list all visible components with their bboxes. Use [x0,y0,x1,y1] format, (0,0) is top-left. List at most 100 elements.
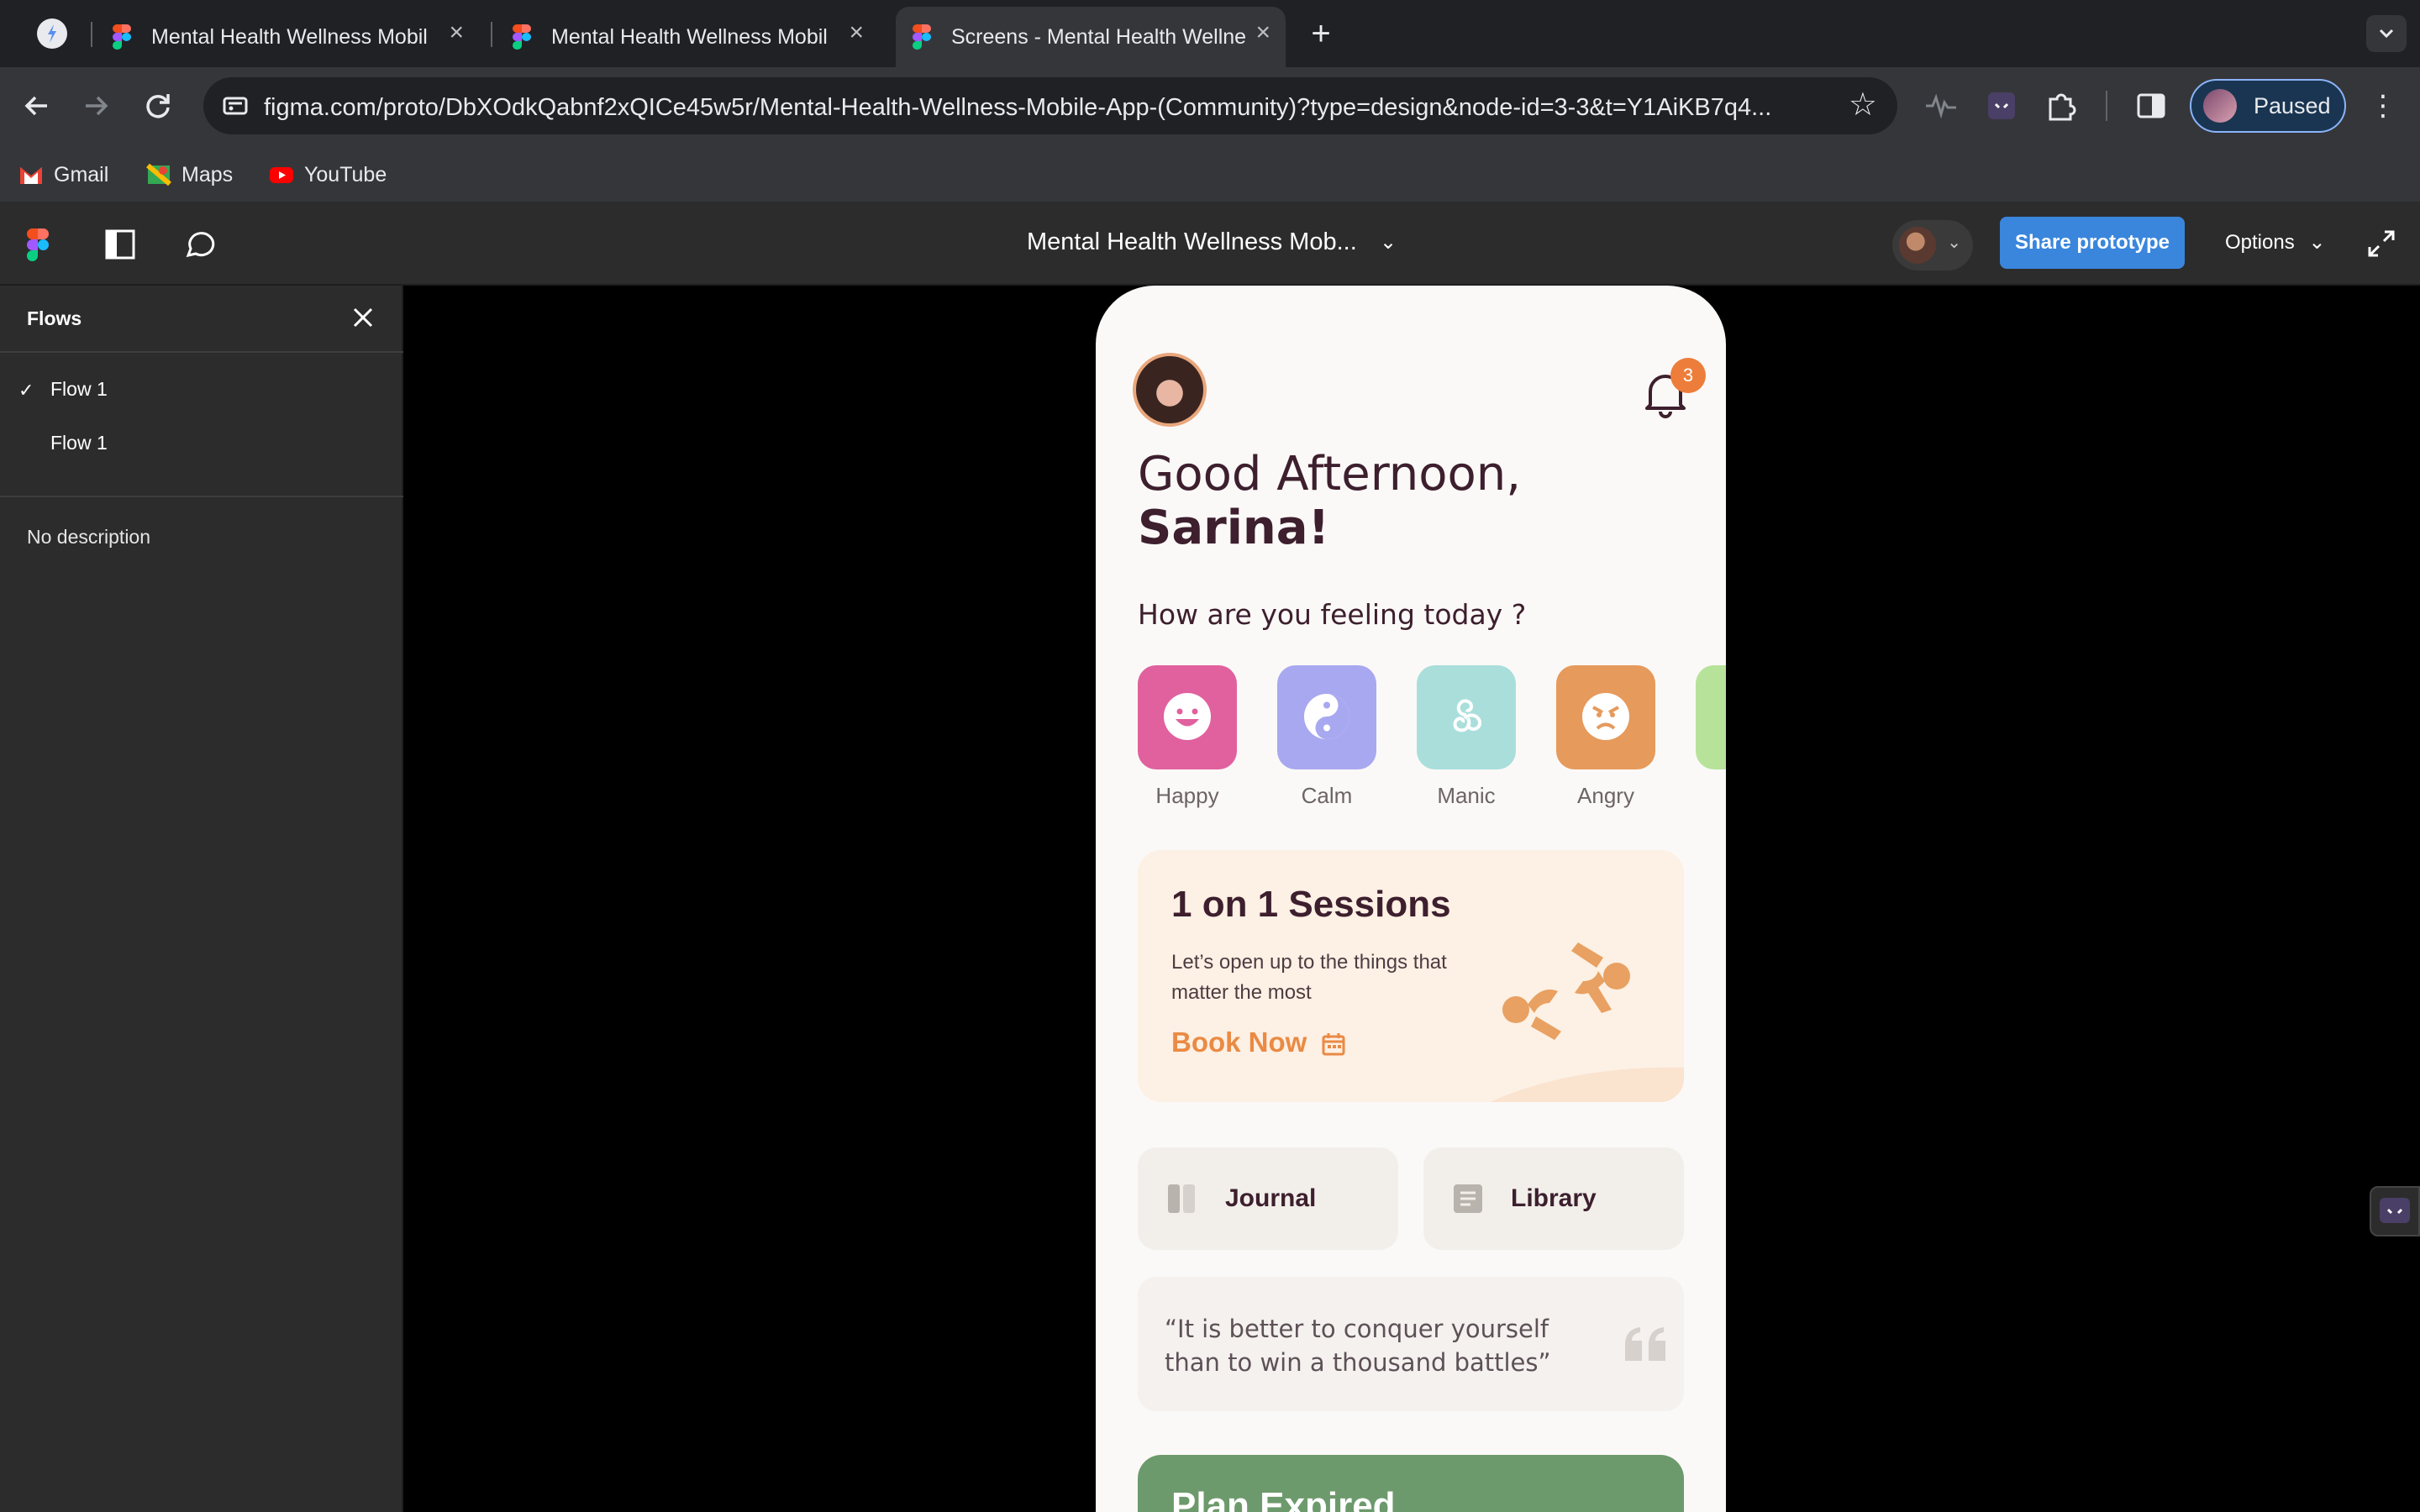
journal-icon [1168,1184,1195,1213]
sessions-card[interactable]: 1 on 1 Sessions Let’s open up to the thi… [1138,850,1684,1102]
mood-label: Calm [1301,783,1353,808]
user-avatar[interactable] [1133,353,1207,427]
browser-toolbar: figma.com/proto/DbXOdkQabnf2xQICe45w5r/M… [0,67,2420,144]
triskelion-icon [1453,699,1482,732]
book-now-link[interactable]: Book Now [1171,1026,1307,1058]
tab-close-icon[interactable]: × [849,18,864,47]
sessions-title: 1 on 1 Sessions [1171,884,1451,925]
profile-status: Paused [2254,92,2331,118]
new-tab-button[interactable]: + [1301,12,1341,55]
bookmarks-bar: Gmail Maps YouTube [0,144,2420,203]
url-text: figma.com/proto/DbXOdkQabnf2xQICe45w5r/M… [264,94,1772,121]
extension-app-icon[interactable] [1981,86,2022,126]
mood-angry[interactable]: Angry [1556,665,1655,809]
options-menu-button[interactable]: Options ⌄ [2225,230,2326,255]
tab-list-chevron-icon[interactable] [2366,15,2407,52]
floating-extension-widget[interactable] [2370,1186,2420,1236]
plan-banner-text: Plan Expired [1171,1485,1396,1512]
tab-separator [91,22,92,47]
journal-button[interactable]: Journal [1138,1147,1398,1250]
address-bar[interactable]: figma.com/proto/DbXOdkQabnf2xQICe45w5r/M… [203,77,1897,134]
extension-waveform-icon[interactable] [1921,86,1961,126]
profile-button[interactable]: Paused [2190,79,2346,133]
tab-title: Mental Health Wellness Mobile App (Commu… [151,24,429,49]
mood-calm[interactable]: Calm [1277,665,1376,809]
card-wave-decoration [1490,1067,1684,1102]
divider [0,496,403,497]
browser-tab-bar: Mental Health Wellness Mobile App (Commu… [0,0,2420,67]
mood-label: Angry [1577,783,1634,808]
tab-close-icon[interactable]: × [449,18,464,47]
quote-mark-icon [1625,1327,1665,1361]
tab-2[interactable]: Mental Health Wellness Mobile App (Commu… [509,7,879,67]
flow-item-selected[interactable]: Flow 1 [50,378,108,401]
tab-1[interactable]: Mental Health Wellness Mobile App (Commu… [109,7,479,67]
comment-icon[interactable] [182,227,217,262]
greeting-name: Sarina! [1138,501,1330,555]
toolbar-divider [2106,91,2107,121]
back-arrow-icon[interactable] [17,86,57,126]
profile-avatar [2203,89,2237,123]
library-button[interactable]: Library [1423,1147,1684,1250]
library-label: Library [1511,1184,1597,1212]
mood-label: Manic [1437,783,1496,808]
bookmark-label: Gmail [54,162,109,186]
bookmark-star-icon[interactable]: ☆ [1849,86,1877,123]
mood-next-partial[interactable] [1696,665,1726,769]
figma-favicon-icon [513,24,531,50]
happy-face-icon [1164,693,1211,740]
reload-icon[interactable] [138,86,178,126]
site-settings-icon[interactable] [220,91,250,121]
bookmark-maps[interactable]: Maps [146,158,233,192]
side-panel-icon[interactable] [2131,86,2171,126]
browser-menu-kebab-icon[interactable]: ⋮ [2363,86,2403,126]
bookmark-label: YouTube [304,162,387,186]
avatar [1899,227,1936,264]
mood-tile [1417,665,1516,769]
two-people-illustration [1502,942,1630,1040]
greeting-line: Good Afternoon, [1138,447,1522,501]
tab-close-icon[interactable]: × [1255,18,1270,47]
mood-tile [1138,665,1237,769]
sidebar-title: Flows [27,307,82,329]
options-label: Options [2225,231,2295,254]
divider [0,351,403,353]
mood-tile [1556,665,1655,769]
plan-expired-banner[interactable]: Plan Expired [1138,1455,1684,1512]
panel-toggle-icon[interactable] [103,227,138,262]
mood-happy[interactable]: Happy [1138,665,1237,809]
notification-count-badge: 3 [1670,358,1706,393]
figma-favicon-icon [913,24,931,50]
figma-logo-icon[interactable] [27,228,49,262]
gmail-icon [20,167,42,184]
bookmark-label: Maps [182,162,234,186]
maps-icon [146,164,171,186]
viewer-avatar-dropdown[interactable]: ⌄ [1892,220,1973,270]
mood-tile [1277,665,1376,769]
close-icon[interactable] [348,302,378,333]
forward-arrow-icon[interactable] [76,86,116,126]
angry-face-icon [1582,693,1629,740]
library-icon [1454,1184,1482,1213]
tab-title: Screens - Mental Health Wellness Mobile … [951,24,1245,49]
yin-yang-icon [1304,694,1349,739]
figma-favicon-icon [113,24,131,50]
bookmark-youtube[interactable]: YouTube [269,158,387,192]
file-title[interactable]: Mental Health Wellness Mob... [1027,228,1357,256]
mood-manic[interactable]: Manic [1417,665,1516,809]
calendar-icon [1322,1033,1345,1056]
tab-3-active[interactable]: Screens - Mental Health Wellness Mobile … [896,7,1286,67]
tab-title: Mental Health Wellness Mobile App (Commu… [551,24,829,49]
checkmark-icon: ✓ [18,380,34,401]
tab-separator [491,22,492,47]
flows-sidebar: Flows ✓ Flow 1 Flow 1 No description [0,286,403,1512]
flow-item[interactable]: Flow 1 [50,432,108,454]
bookmark-gmail[interactable]: Gmail [18,158,108,192]
title-chevron-down-icon[interactable]: ⌄ [1380,230,1397,255]
flow-description: No description [27,526,151,548]
quote-card: “It is better to conquer yourself than t… [1138,1277,1684,1411]
extensions-puzzle-icon[interactable] [2042,86,2082,126]
tab-search-icon[interactable] [37,18,67,49]
fullscreen-expand-icon[interactable] [2363,225,2400,262]
share-prototype-button[interactable]: Share prototype [2000,217,2185,269]
